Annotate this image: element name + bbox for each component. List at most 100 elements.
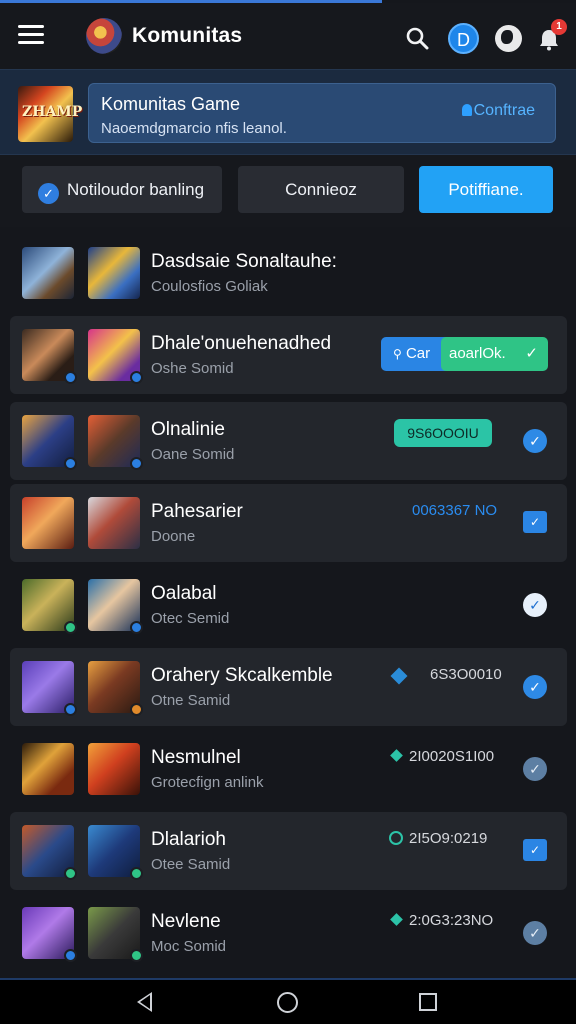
status-dot — [64, 371, 77, 384]
clock-icon — [389, 831, 403, 845]
game-thumbnail — [22, 415, 77, 470]
avatar-thumbnail — [88, 579, 143, 634]
item-subtitle: Doone — [151, 528, 196, 545]
tag-icon — [390, 749, 403, 762]
filter-label: Notiloudor banling — [67, 180, 205, 199]
status-dot — [130, 621, 143, 634]
community-banner: ZHAMP Komunitas Game Naoemdgmarcio nfis … — [0, 69, 576, 155]
filter-button-connect[interactable]: Connieoz — [238, 166, 404, 213]
avatar-thumbnail — [88, 329, 143, 384]
item-title: Olnalinie — [151, 419, 225, 440]
stat-text: 2I5O9:0219 — [409, 830, 488, 847]
game-thumbnail — [22, 579, 77, 634]
item-title: Dasdsaie Sonaltauhe: — [151, 251, 337, 272]
badge-label: aoarlOk. — [449, 345, 506, 362]
game-thumbnail — [22, 329, 77, 384]
status-dot — [64, 457, 77, 470]
avatar-thumbnail — [88, 247, 140, 299]
check-icon: ✓ — [525, 345, 538, 362]
status-dot — [64, 703, 77, 716]
tag-icon — [390, 913, 403, 926]
menu-icon[interactable] — [18, 25, 44, 47]
tag-icon — [390, 667, 408, 685]
item-title: Nevlene — [151, 911, 221, 932]
avatar-thumbnail — [88, 743, 140, 795]
filter-bar: ✓ Notiloudor banling Connieoz Potiffiane. — [0, 155, 576, 227]
list-item[interactable]: Nesmulnel Grotecfign anlink 2I0020S1I00 … — [10, 730, 567, 808]
game-thumbnail — [22, 247, 74, 299]
list-item[interactable]: Dasdsaie Sonaltauhe: Coulosfios Goliak — [10, 234, 567, 312]
game-thumbnail — [22, 497, 74, 549]
item-subtitle: Coulosfios Goliak — [151, 278, 268, 295]
app-logo — [86, 18, 122, 54]
avatar-thumbnail — [88, 497, 140, 549]
avatar-thumbnail — [88, 415, 143, 470]
system-nav-bar — [0, 978, 576, 1024]
status-dot — [64, 867, 77, 880]
game-thumbnail — [22, 907, 77, 962]
game-thumbnail — [22, 661, 77, 716]
community-subtitle: Naoemdgmarcio nfis leanol. — [101, 120, 287, 137]
item-subtitle: Grotecfign anlink — [151, 774, 264, 791]
item-subtitle: Moc Somid — [151, 938, 227, 955]
calendar-check-icon[interactable]: ✓ — [523, 511, 547, 533]
item-subtitle: Oshe Somid — [151, 360, 234, 377]
filter-button-primary[interactable]: Potiffiane. — [419, 166, 553, 213]
avatar[interactable]: D — [448, 23, 479, 54]
stat-pill: 9S6OOOIU — [394, 419, 492, 447]
item-subtitle: Otne Samid — [151, 692, 231, 709]
check-icon[interactable]: ✓ — [523, 675, 547, 699]
back-icon[interactable] — [137, 992, 152, 1012]
list-item[interactable]: Oalabal Otec Semid ✓ — [10, 566, 567, 644]
stat-value: 6S3O0010 — [430, 666, 502, 683]
list-item[interactable]: Orahery Skcalkemble Otne Samid 6S3O0010 … — [10, 648, 567, 726]
community-card[interactable]: Komunitas Game Naoemdgmarcio nfis leanol… — [88, 83, 556, 143]
badge-label: Car — [405, 345, 431, 362]
filter-button-notification[interactable]: ✓ Notiloudor banling — [22, 166, 222, 213]
list-item[interactable]: Nevlene Moc Somid 2:0G3:23NO ✓ — [10, 894, 567, 972]
check-icon[interactable]: ✓ — [523, 429, 547, 453]
green-action-badge[interactable]: aoarlOk. ✓ — [441, 337, 548, 371]
stat-text: 2I0020S1I00 — [409, 748, 495, 765]
globe-icon[interactable] — [495, 25, 522, 52]
game-thumbnail — [22, 743, 74, 795]
calendar-check-icon[interactable]: ✓ — [523, 839, 547, 861]
status-dot — [130, 867, 143, 880]
thumbnail-logo-text: ZHAMP — [22, 104, 83, 120]
list-item[interactable]: Olnalinie Oane Somid 9S6OOOIU ✓ — [10, 402, 567, 480]
item-title: Orahery Skcalkemble — [151, 665, 333, 686]
stat-value: 2:0G3:23NO — [390, 912, 493, 929]
status-dot — [130, 949, 143, 962]
app-bar: Komunitas D 1 — [0, 3, 576, 69]
avatar-thumbnail — [88, 825, 143, 880]
home-icon[interactable] — [277, 992, 298, 1013]
list-item[interactable]: Pahesarier Doone 0063367 NO ✓ — [10, 484, 567, 562]
item-subtitle: Oane Somid — [151, 446, 235, 463]
stat-value: 2I0020S1I00 — [390, 748, 495, 765]
avatar-thumbnail — [88, 907, 143, 962]
list-item[interactable]: Dhale'onuehenadhed Oshe Somid ⚲ Car aoar… — [10, 316, 567, 394]
recents-icon[interactable] — [419, 993, 437, 1011]
item-subtitle: Otec Semid — [151, 610, 230, 627]
stat-value: 0063367 NO — [412, 502, 498, 519]
check-icon: ✓ — [38, 183, 59, 204]
status-dot — [130, 371, 143, 384]
community-action-link[interactable]: Conftrae — [462, 102, 535, 120]
page-title: Komunitas — [132, 24, 243, 47]
list-item[interactable]: Dlalarioh Otee Samid 2I5O9:0219 ✓ — [10, 812, 567, 890]
item-title: Dhale'onuehenadhed — [151, 333, 332, 354]
status-dot — [130, 703, 143, 716]
check-icon[interactable]: ✓ — [523, 593, 547, 617]
item-title: Pahesarier — [151, 501, 243, 522]
check-icon[interactable]: ✓ — [523, 757, 547, 781]
item-title: Nesmulnel — [151, 747, 241, 768]
link-icon: ⚲ — [393, 347, 402, 361]
status-dot — [130, 457, 143, 470]
status-dot — [64, 949, 77, 962]
search-icon[interactable] — [405, 26, 429, 50]
status-dot — [64, 621, 77, 634]
avatar-thumbnail — [88, 661, 143, 716]
community-thumbnail[interactable]: ZHAMP — [18, 86, 82, 142]
item-title: Oalabal — [151, 583, 217, 604]
check-icon[interactable]: ✓ — [523, 921, 547, 945]
